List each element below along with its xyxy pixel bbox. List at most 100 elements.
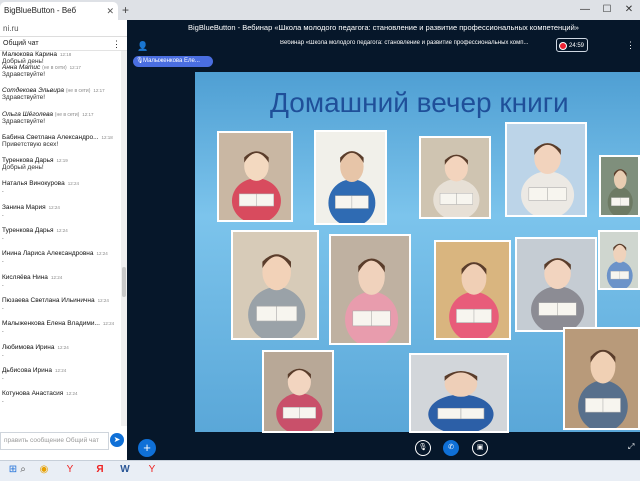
leave-audio-button[interactable]: ✆ bbox=[443, 440, 459, 456]
browser-tab-bar: BigBlueButton - Веб ✕ + — ☐ ✕ bbox=[0, 0, 640, 20]
child-reading-photo bbox=[563, 327, 640, 430]
child-reading-photo bbox=[599, 155, 640, 217]
yandex-app-icon[interactable]: Y bbox=[144, 462, 160, 478]
slide-title: Домашний вечер книги bbox=[270, 87, 569, 118]
chat-message: Малыженкова Елена Владими... 12:24. bbox=[0, 320, 121, 343]
chat-header: Общий чат ⋮ bbox=[0, 37, 127, 51]
author-name: Любимова Ирина bbox=[2, 343, 55, 351]
message-author: Кисляёва Нина 12:24 bbox=[2, 274, 121, 281]
chat-messages: Малюкова Карина 12:18 Добрый день! Анна Мат… bbox=[0, 51, 121, 426]
chat-message-input[interactable]: править сообщение Общий чат bbox=[0, 432, 109, 450]
child-reading-photo bbox=[409, 353, 509, 433]
chat-message: Дьбисова Ирина 12:24. bbox=[0, 367, 121, 390]
fullscreen-icon[interactable]: ⤢ bbox=[628, 442, 634, 452]
message-time: 12:24 bbox=[56, 228, 68, 234]
options-icon[interactable]: ⋮ bbox=[626, 40, 635, 51]
message-text: . bbox=[2, 257, 4, 265]
yandex-icon[interactable]: Я bbox=[92, 462, 108, 478]
message-text: . bbox=[2, 234, 4, 242]
send-message-button[interactable]: ➤ bbox=[110, 433, 124, 447]
message-author: Занина Мария 12:24 bbox=[2, 204, 121, 211]
scroll-thumb[interactable] bbox=[122, 267, 126, 297]
message-text: . bbox=[2, 210, 4, 218]
message-author: Ольга Шёголева (не в сети) 12:17 bbox=[2, 111, 121, 118]
child-reading-photo bbox=[314, 130, 387, 225]
mute-microphone-button[interactable]: 🎙 bbox=[415, 440, 431, 456]
message-time: 12:24 bbox=[50, 274, 63, 280]
message-author: Котунова Анастасия 12:24 bbox=[2, 390, 121, 397]
author-name: Малюкова Карина bbox=[2, 51, 57, 58]
message-author: Дьбисова Ирина 12:24 bbox=[2, 367, 121, 374]
recording-timer: 24:59 bbox=[568, 43, 584, 49]
search-icon[interactable]: ⌕ bbox=[15, 462, 31, 478]
message-text: . bbox=[2, 397, 4, 405]
message-author: Малыженкова Елена Владими... 12:24 bbox=[2, 320, 121, 327]
close-tab-icon[interactable]: ✕ bbox=[106, 2, 114, 20]
message-time: 12:18 bbox=[59, 52, 72, 57]
chat-title: Общий чат bbox=[3, 40, 39, 47]
child-reading-photo bbox=[231, 230, 319, 340]
author-name: Дьбисова Ирина bbox=[2, 366, 53, 374]
author-status: (не в сети) bbox=[65, 88, 91, 95]
chat-message: Наталья Винокурова 12:24. bbox=[0, 180, 121, 203]
chat-message: Инина Лариса Александровна 12:24. bbox=[0, 250, 121, 273]
message-text: . bbox=[2, 303, 4, 311]
message-time: 12:24 bbox=[57, 344, 69, 350]
author-name: Занина Мария bbox=[2, 203, 46, 211]
author-name: Туренкова Дарья bbox=[2, 227, 54, 235]
chat-options-icon[interactable]: ⋮ bbox=[112, 37, 121, 51]
chat-message: Ольга Шёголева (не в сети) 12:17 Здравству… bbox=[0, 111, 121, 134]
message-time: 12:24 bbox=[48, 204, 60, 210]
share-webcam-button[interactable]: ▣ bbox=[472, 440, 488, 456]
minimize-icon[interactable]: — bbox=[574, 0, 596, 20]
message-time: 12:24 bbox=[97, 297, 109, 303]
maximize-icon[interactable]: ☐ bbox=[596, 0, 618, 20]
new-tab-icon[interactable]: + bbox=[122, 2, 129, 18]
close-window-icon[interactable]: ✕ bbox=[618, 0, 640, 20]
author-name: Бабина Светлана Александро... bbox=[2, 133, 99, 141]
yandex-browser-icon[interactable]: Y bbox=[62, 462, 78, 478]
author-name: Пюзаева Светлана Ильинична bbox=[2, 296, 95, 304]
message-time: 12:24 bbox=[96, 251, 108, 257]
address-bar[interactable]: ni.ru bbox=[0, 20, 127, 37]
message-text: Приветствую всех! bbox=[2, 140, 59, 148]
chrome-icon[interactable]: ◉ bbox=[36, 462, 52, 478]
talking-indicator: 🎙 Малыженкова Еле... bbox=[133, 56, 213, 67]
chat-message: Занина Мария 12:24. bbox=[0, 204, 121, 227]
child-reading-photo bbox=[598, 230, 640, 290]
microphone-icon: 🎙 bbox=[136, 58, 144, 64]
message-time: 12:24 bbox=[67, 181, 79, 187]
user-list-icon[interactable]: 👤 bbox=[137, 41, 148, 52]
browser-tab[interactable]: BigBlueButton - Веб ✕ bbox=[0, 2, 118, 20]
author-name: Малыженкова Елена Владими... bbox=[2, 320, 100, 328]
message-time: 12:17 bbox=[93, 88, 105, 94]
author-status: (не в сети) bbox=[42, 65, 67, 71]
author-name: Ольга Шёголева bbox=[2, 110, 53, 118]
message-author: Пюзаева Светлана Ильинична 12:24 bbox=[2, 297, 121, 304]
author-name: Кисляёва Нина bbox=[2, 273, 48, 281]
actions-plus-button[interactable]: + bbox=[138, 439, 156, 457]
meeting-title: Вебинар «Школа молодого педагога: станов… bbox=[280, 40, 529, 46]
message-text: . bbox=[2, 327, 4, 335]
child-reading-photo bbox=[515, 237, 597, 332]
message-author: Любимова Ирина 12:24 bbox=[2, 344, 121, 351]
chat-message: Бабина Светлана Александро... 12:18 Привет… bbox=[0, 134, 121, 157]
message-text: . bbox=[2, 350, 4, 358]
chat-message: Туренкова Дарья 12:24. bbox=[0, 227, 121, 250]
message-author: Бабина Светлана Александро... 12:18 bbox=[2, 134, 121, 141]
word-icon[interactable]: W bbox=[117, 462, 133, 478]
message-text: Добрый день! bbox=[2, 164, 44, 172]
talker-name: Малыженкова Еле... bbox=[143, 58, 200, 64]
child-reading-photo bbox=[329, 234, 411, 345]
child-reading-photo bbox=[505, 122, 587, 217]
message-author: Малюкова Карина 12:18 bbox=[2, 51, 121, 58]
chat-message: Малюкова Карина 12:18 Добрый день! bbox=[0, 51, 121, 65]
record-icon bbox=[559, 42, 567, 50]
message-time: 12:18 bbox=[101, 134, 113, 140]
window-controls: — ☐ ✕ bbox=[574, 0, 640, 20]
author-status: (не в сети) bbox=[54, 111, 80, 118]
child-reading-photo bbox=[419, 136, 491, 219]
message-text: . bbox=[2, 187, 4, 195]
message-time: 12:19 bbox=[56, 158, 68, 164]
message-time: 12:17 bbox=[69, 65, 81, 70]
